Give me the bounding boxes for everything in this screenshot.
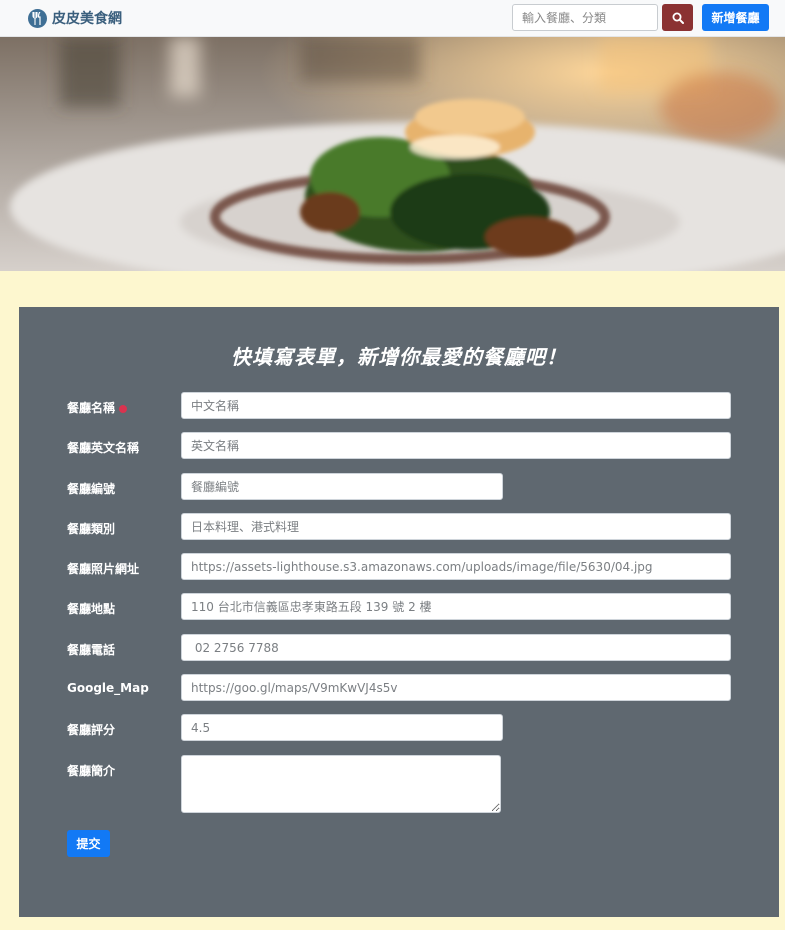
name-input[interactable] (181, 392, 731, 419)
label-rating: 餐廳評分 (67, 723, 116, 737)
brand-name: 皮皮美食網 (52, 11, 122, 27)
label-english-name: 餐廳英文名稱 (67, 441, 140, 455)
phone-input[interactable] (181, 634, 731, 661)
required-dot-icon (119, 404, 128, 413)
label-description: 餐廳簡介 (67, 764, 116, 778)
label-image-url: 餐廳照片網址 (67, 562, 140, 576)
english-name-input[interactable] (181, 432, 731, 459)
hero-banner-image (0, 37, 785, 271)
search-button[interactable] (662, 4, 693, 31)
form-title: 快填寫表單，新增你最愛的餐廳吧！ (231, 345, 567, 369)
label-category: 餐廳類別 (67, 522, 116, 536)
rating-input[interactable] (181, 714, 503, 741)
utensils-icon (28, 8, 47, 28)
brand-link[interactable]: 皮皮美食網 (28, 7, 122, 29)
restaurant-form: 快填寫表單，新增你最愛的餐廳吧！ 餐廳名稱 餐廳英文名稱 餐廳編號 餐廳類別 餐… (19, 307, 779, 917)
description-textarea[interactable] (181, 755, 501, 813)
location-input[interactable] (181, 593, 731, 620)
food-plate-illustration (0, 37, 785, 271)
google-map-input[interactable] (181, 674, 731, 701)
search-icon (672, 12, 684, 24)
label-name: 餐廳名稱 (67, 399, 128, 416)
image-url-input[interactable] (181, 553, 731, 580)
label-phone: 餐廳電話 (67, 643, 116, 657)
label-location: 餐廳地點 (67, 602, 116, 616)
submit-button[interactable]: 提交 (67, 830, 110, 857)
navbar: 皮皮美食網 新增餐廳 (0, 0, 785, 37)
category-input[interactable] (181, 513, 731, 540)
id-input[interactable] (181, 473, 503, 500)
label-id: 餐廳編號 (67, 482, 116, 496)
label-google-map: Google_Map (67, 681, 149, 695)
add-restaurant-button[interactable]: 新增餐廳 (702, 4, 769, 31)
search-input[interactable] (512, 4, 658, 31)
